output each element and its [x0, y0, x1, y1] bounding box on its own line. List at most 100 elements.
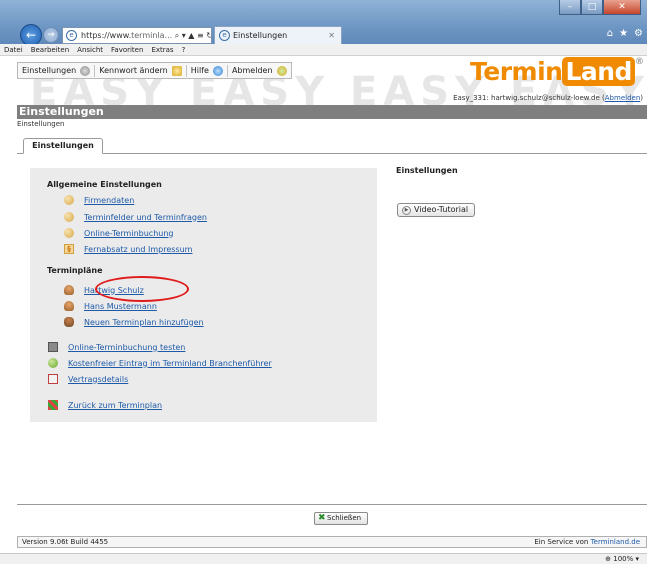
settings-gear-icon[interactable]: ⚙ [634, 28, 643, 39]
link-branchenfuehrer[interactable]: Kostenfreier Eintrag im Terminland Branc… [68, 359, 272, 368]
content-tabs: Einstellungen [17, 138, 647, 154]
toolbar-settings-button[interactable]: Einstellungen [22, 66, 76, 75]
calendar-back-icon [48, 400, 58, 410]
toolbar-help-button[interactable]: Hilfe [191, 66, 209, 75]
play-icon: ▶ [402, 206, 411, 215]
page-title: Einstellungen [17, 105, 647, 119]
service-prefix: Ein Service von [534, 538, 591, 546]
browser-titlebar: – □ ✕ ← → e https://www.terminla... ⌕ ▾ … [0, 0, 647, 46]
link-online-terminbuchung[interactable]: Online-Terminbuchung [84, 229, 173, 238]
zoom-control[interactable]: ⊕ 100% ▾ [605, 554, 639, 564]
close-window-icon[interactable]: ✕ [603, 0, 641, 15]
version-text: Version 9.06t Build 4455 [22, 538, 109, 546]
zoom-level: 100% [613, 555, 634, 563]
browser-right-icons: ⌂ ★ ⚙ [607, 28, 643, 39]
list-item[interactable]: Online-Terminbuchung testen [48, 341, 185, 353]
close-x-icon: ✖ [318, 513, 326, 523]
minimize-icon[interactable]: – [559, 0, 581, 15]
menu-ansicht[interactable]: Ansicht [77, 44, 103, 55]
menu-help[interactable]: ? [182, 44, 186, 55]
logo-reg-mark: ® [634, 57, 644, 67]
logo-text-land: Land [562, 57, 635, 86]
link-terminfelder[interactable]: Terminfelder und Terminfragen [84, 213, 207, 222]
list-item[interactable]: Vertragsdetails [48, 373, 128, 385]
divider [17, 504, 647, 505]
menu-datei[interactable]: Datei [4, 44, 23, 55]
zoom-icon: ⊕ [605, 555, 611, 563]
toolbar-logout-button[interactable]: Abmelden [232, 66, 273, 75]
toolbar-separator [185, 64, 187, 77]
browser-tab[interactable]: e Einstellungen ✕ [214, 26, 342, 44]
toolbar-separator [94, 64, 96, 77]
key-icon [171, 65, 182, 76]
tab-close-icon[interactable]: ✕ [328, 27, 335, 44]
link-hartwig-schulz[interactable]: Hartwig Schulz [84, 286, 144, 295]
company-icon [64, 195, 74, 205]
link-back-to-plan[interactable]: Zurück zum Terminplan [68, 401, 162, 410]
user-close-paren: ) [640, 94, 643, 102]
help-icon [212, 65, 223, 76]
person-icon [64, 301, 74, 311]
list-item[interactable]: Firmendaten [64, 194, 134, 206]
list-item[interactable]: Terminfelder und Terminfragen [64, 211, 207, 223]
link-firmendaten[interactable]: Firmendaten [84, 196, 134, 205]
link-hans-mustermann[interactable]: Hans Mustermann [84, 302, 157, 311]
gear-icon [80, 65, 91, 76]
tab-favicon-icon: e [219, 30, 230, 41]
favorites-star-icon[interactable]: ★ [619, 28, 628, 39]
address-scheme: https://www. [81, 31, 132, 40]
close-button[interactable]: ✖ Schließen [314, 512, 368, 525]
menu-extras[interactable]: Extras [151, 44, 173, 55]
directory-icon [48, 358, 58, 368]
tab-einstellungen[interactable]: Einstellungen [23, 138, 103, 154]
service-text: Ein Service von Terminland.de [534, 537, 640, 547]
person-icon [64, 285, 74, 295]
list-item[interactable]: Zurück zum Terminplan [48, 399, 162, 411]
terminland-link[interactable]: Terminland.de [591, 538, 640, 546]
logo-text-termin: Termin [470, 57, 563, 86]
home-icon[interactable]: ⌂ [607, 28, 613, 39]
contract-icon [48, 374, 58, 384]
general-settings-heading: Allgemeine Einstellungen [47, 180, 162, 189]
toolbar-separator [226, 64, 228, 77]
right-panel-title: Einstellungen [396, 166, 458, 175]
fields-icon [64, 212, 74, 222]
browser-menubar: Datei Bearbeiten Ansicht Favoriten Extra… [0, 44, 647, 56]
back-arrow-icon[interactable]: ← [20, 24, 42, 46]
link-test-booking[interactable]: Online-Terminbuchung testen [68, 343, 185, 352]
address-bar[interactable]: e https://www.terminla... ⌕ ▾ ▲ ≡ ↻ ✕ [62, 27, 212, 44]
user-info: Easy_331: hartwig.schulz@schulz-loew.de … [453, 94, 643, 102]
toolbar-password-button[interactable]: Kennwort ändern [99, 66, 168, 75]
breadcrumb: Einstellungen [17, 120, 65, 128]
terminland-logo: Termin Land ® [470, 57, 644, 86]
menu-bearbeiten[interactable]: Bearbeiten [31, 44, 69, 55]
app-header: EASY EASY EASY EASY Einstellungen Kennwo… [0, 57, 647, 105]
logout-icon [276, 65, 287, 76]
site-icon: e [66, 30, 77, 41]
video-tutorial-button[interactable]: ▶ Video-Tutorial [397, 203, 475, 217]
user-account: Easy_331: hartwig.schulz@schulz-loew.de … [453, 94, 605, 102]
chevron-down-icon: ▾ [635, 555, 639, 563]
list-item[interactable]: Online-Terminbuchung [64, 227, 173, 239]
forward-arrow-icon[interactable]: → [43, 27, 59, 43]
list-item[interactable]: Neuen Terminplan hinzufügen [64, 316, 204, 328]
list-item[interactable]: Hartwig Schulz [64, 284, 144, 296]
app-toolbar: Einstellungen Kennwort ändern Hilfe Abme… [17, 62, 292, 79]
close-label: Schließen [327, 514, 362, 522]
header-logout-link[interactable]: Abmelden [605, 94, 641, 102]
browser-statusbar: ⊕ 100% ▾ [0, 553, 647, 564]
footer: Version 9.06t Build 4455 Ein Service von… [17, 536, 647, 548]
list-item[interactable]: Hans Mustermann [64, 300, 157, 312]
menu-favoriten[interactable]: Favoriten [111, 44, 143, 55]
address-controls-icons[interactable]: ⌕ ▾ ▲ ≡ ↻ ✕ [175, 31, 211, 40]
link-fernabsatz[interactable]: Fernabsatz und Impressum [84, 245, 192, 254]
link-vertragsdetails[interactable]: Vertragsdetails [68, 375, 128, 384]
list-item[interactable]: Kostenfreier Eintrag im Terminland Branc… [48, 357, 272, 369]
maximize-icon[interactable]: □ [581, 0, 603, 15]
add-person-icon [64, 317, 74, 327]
link-add-plan[interactable]: Neuen Terminplan hinzufügen [84, 318, 204, 327]
list-item[interactable]: § Fernabsatz und Impressum [64, 243, 192, 255]
screen-icon [48, 342, 58, 352]
browser-tab-title: Einstellungen [233, 31, 288, 40]
paragraph-icon: § [64, 244, 74, 254]
